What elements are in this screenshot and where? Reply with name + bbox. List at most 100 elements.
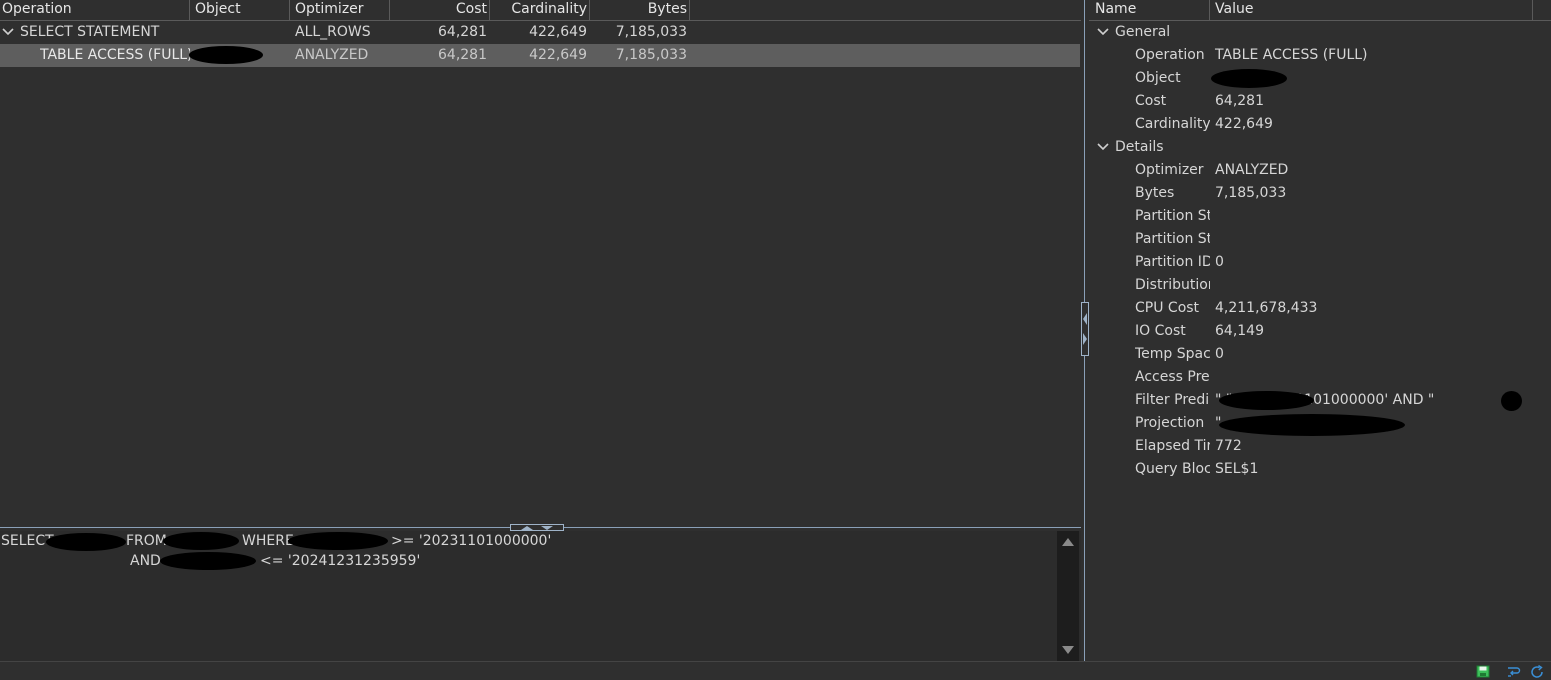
plan-row-select-statement[interactable]: SELECT STATEMENT ALL_ROWS 64,281 422,649… bbox=[0, 21, 1080, 44]
property-row-operation[interactable]: Operation TABLE ACCESS (FULL) bbox=[1089, 44, 1551, 67]
column-header-value[interactable]: Value bbox=[1210, 0, 1533, 20]
operation-cell: TABLE ACCESS (FULL) bbox=[40, 47, 190, 63]
property-row-io-cost[interactable]: IO Cost 64,149 bbox=[1089, 320, 1551, 343]
property-row-filter-predicates[interactable]: Filter Predi " ">='20231101000000' AND " bbox=[1089, 389, 1551, 412]
property-row-cpu-cost[interactable]: CPU Cost 4,211,678,433 bbox=[1089, 297, 1551, 320]
splitter-grip[interactable] bbox=[510, 524, 564, 531]
property-name: Partition ID bbox=[1135, 254, 1210, 270]
explain-plan-window: Operation Object Optimizer Cost Cardinal… bbox=[0, 0, 1551, 680]
property-value: 4,211,678,433 bbox=[1215, 300, 1318, 316]
status-bar bbox=[0, 661, 1551, 680]
cost-cell: 64,281 bbox=[438, 47, 487, 63]
property-value: 422,649 bbox=[1215, 116, 1273, 132]
optimizer-cell: ANALYZED bbox=[295, 47, 369, 63]
property-row-cardinality[interactable]: Cardinality 422,649 bbox=[1089, 113, 1551, 136]
property-row-temp-space[interactable]: Temp Space 0 bbox=[1089, 343, 1551, 366]
chevron-down-icon[interactable] bbox=[0, 21, 14, 44]
column-header-bytes[interactable]: Bytes bbox=[590, 0, 690, 20]
property-row-partition-stop[interactable]: Partition St bbox=[1089, 228, 1551, 251]
property-name: Distribution bbox=[1135, 277, 1210, 293]
column-header-operation[interactable]: Operation bbox=[0, 0, 190, 20]
redacted-projection bbox=[1219, 414, 1405, 436]
redacted-filter-column bbox=[1219, 391, 1314, 410]
group-label: General bbox=[1115, 24, 1171, 40]
vertical-splitter[interactable] bbox=[1081, 0, 1089, 661]
sql-text-panel[interactable]: SELECT FROM WHERE >= '20231101000000' AN… bbox=[0, 531, 1081, 661]
refresh-icon[interactable] bbox=[1530, 664, 1545, 680]
property-name: Query Bloc bbox=[1135, 461, 1210, 477]
property-row-projection[interactable]: Projection " bbox=[1089, 412, 1551, 436]
property-value: ANALYZED bbox=[1215, 162, 1289, 178]
operation-cell: SELECT STATEMENT bbox=[20, 24, 160, 40]
sql-line-2: AND <= '20241231235959' bbox=[0, 551, 1050, 571]
property-row-partition-start[interactable]: Partition St bbox=[1089, 205, 1551, 228]
property-header: Name Value bbox=[1089, 0, 1551, 21]
property-name: IO Cost bbox=[1135, 323, 1186, 339]
property-name: Object bbox=[1135, 70, 1181, 86]
column-header-cost[interactable]: Cost bbox=[390, 0, 490, 20]
scroll-up-icon[interactable] bbox=[1062, 538, 1074, 546]
bytes-cell: 7,185,033 bbox=[615, 24, 687, 40]
plan-grid: Operation Object Optimizer Cost Cardinal… bbox=[0, 0, 1081, 524]
property-value: 0 bbox=[1215, 254, 1224, 270]
redacted-table bbox=[163, 532, 239, 550]
property-row-bytes[interactable]: Bytes 7,185,033 bbox=[1089, 182, 1551, 205]
sql-keyword-and: AND bbox=[130, 553, 161, 569]
property-value: SEL$1 bbox=[1215, 461, 1259, 477]
property-value: TABLE ACCESS (FULL) bbox=[1215, 47, 1368, 63]
property-row-object[interactable]: Object bbox=[1089, 67, 1551, 90]
word-wrap-icon[interactable] bbox=[1506, 665, 1521, 680]
chevron-down-icon[interactable] bbox=[1095, 136, 1109, 159]
sql-keyword-where: WHERE bbox=[242, 533, 294, 549]
property-row-optimizer[interactable]: Optimizer ANALYZED bbox=[1089, 159, 1551, 182]
column-header-name[interactable]: Name bbox=[1089, 0, 1210, 20]
scroll-down-icon[interactable] bbox=[1062, 646, 1074, 654]
redacted-column-2 bbox=[160, 552, 256, 570]
property-name: CPU Cost bbox=[1135, 300, 1200, 316]
redacted-column-1 bbox=[288, 532, 388, 550]
bytes-cell: 7,185,033 bbox=[615, 47, 687, 63]
horizontal-splitter[interactable] bbox=[0, 524, 1081, 531]
column-header-optimizer[interactable]: Optimizer bbox=[290, 0, 390, 20]
property-name: Operation bbox=[1135, 47, 1205, 63]
sql-vertical-scrollbar[interactable] bbox=[1057, 531, 1079, 661]
column-header-object[interactable]: Object bbox=[190, 0, 290, 20]
collapse-expand-arrows-icon bbox=[1083, 313, 1087, 345]
property-row-partition-id[interactable]: Partition ID 0 bbox=[1089, 251, 1551, 274]
property-name: Cardinality bbox=[1135, 116, 1210, 132]
property-value: 7,185,033 bbox=[1215, 185, 1287, 201]
group-label: Details bbox=[1115, 139, 1164, 155]
cost-cell: 64,281 bbox=[438, 24, 487, 40]
column-header-cardinality[interactable]: Cardinality bbox=[490, 0, 590, 20]
property-row-distribution[interactable]: Distribution bbox=[1089, 274, 1551, 297]
chevron-down-icon[interactable] bbox=[1095, 21, 1109, 44]
optimizer-cell: ALL_ROWS bbox=[295, 24, 371, 40]
property-name: Partition St bbox=[1135, 208, 1210, 224]
property-row-elapsed-time[interactable]: Elapsed Tir 772 bbox=[1089, 435, 1551, 458]
property-value: 772 bbox=[1215, 438, 1242, 454]
group-general[interactable]: General bbox=[1089, 21, 1551, 44]
sql-condition-2: <= '20241231235959' bbox=[260, 553, 421, 569]
redacted-object-value bbox=[1211, 69, 1287, 88]
group-details[interactable]: Details bbox=[1089, 136, 1551, 159]
sql-keyword-from: FROM bbox=[126, 533, 167, 549]
property-name: Bytes bbox=[1135, 185, 1175, 201]
property-name: Elapsed Tir bbox=[1135, 438, 1210, 454]
property-name: Access Pred bbox=[1135, 369, 1210, 385]
plan-row-table-access-full[interactable]: TABLE ACCESS (FULL) ANALYZED 64,281 422,… bbox=[0, 44, 1080, 67]
property-row-access-predicates[interactable]: Access Pred bbox=[1089, 366, 1551, 389]
property-row-query-block[interactable]: Query Bloc SEL$1 bbox=[1089, 458, 1551, 481]
cardinality-cell: 422,649 bbox=[529, 24, 587, 40]
property-name: Temp Space bbox=[1135, 346, 1210, 362]
property-name: Filter Predi bbox=[1135, 392, 1210, 408]
property-row-cost[interactable]: Cost 64,281 bbox=[1089, 90, 1551, 113]
splitter-grip[interactable] bbox=[1081, 302, 1089, 356]
redacted-object-name bbox=[189, 46, 263, 64]
property-panel: Name Value General Operation TABLE ACCES… bbox=[1089, 0, 1551, 661]
redacted-filter-column-2 bbox=[1501, 391, 1522, 411]
property-name: Projection bbox=[1135, 415, 1205, 431]
redacted-columns bbox=[46, 533, 126, 551]
property-name: Partition St bbox=[1135, 231, 1210, 247]
save-icon[interactable] bbox=[1476, 665, 1490, 680]
sql-condition-1: >= '20231101000000' bbox=[391, 533, 552, 549]
